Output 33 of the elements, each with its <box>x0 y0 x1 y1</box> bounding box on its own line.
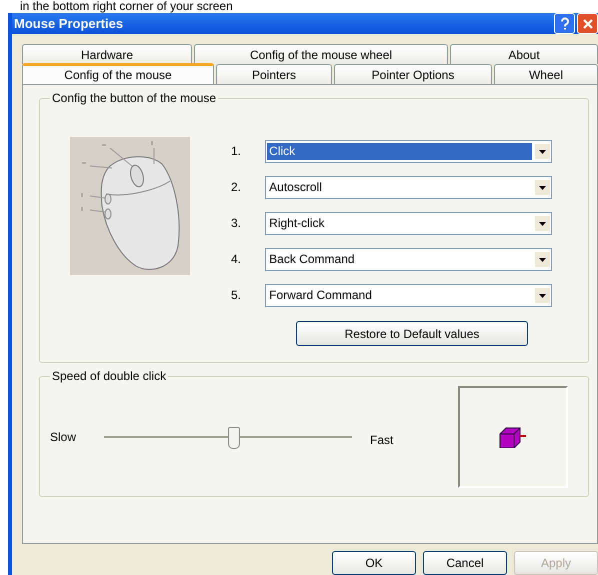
group-title: Config the button of the mouse <box>51 91 218 105</box>
window-title: Mouse Properties <box>13 16 124 31</box>
tab[interactable]: Config of the mouse wheel <box>194 44 448 64</box>
dialog-button[interactable]: Cancel <box>423 551 507 575</box>
box-icon <box>498 426 528 448</box>
button-number: 4. <box>230 252 242 266</box>
slider-thumb[interactable] <box>228 427 240 449</box>
action-dropdown[interactable]: Right-click <box>265 212 552 234</box>
button-number: 5. <box>230 288 242 302</box>
button-number: 3. <box>230 216 242 230</box>
tab[interactable]: Hardware <box>22 44 192 64</box>
group-title: Speed of double click <box>51 369 168 383</box>
button-number: 1. <box>230 144 242 158</box>
restore-defaults-button[interactable]: Restore to Default values <box>296 321 528 346</box>
tab[interactable]: Wheel <box>494 64 598 84</box>
action-dropdown[interactable]: Click <box>265 140 552 162</box>
help-button[interactable] <box>554 13 575 34</box>
caption-text: in the bottom right corner of your screen <box>19 0 234 13</box>
slow-label: Slow <box>50 430 78 444</box>
dialog-button[interactable]: OK <box>332 551 416 575</box>
tab[interactable]: Config of the mouse <box>22 63 214 84</box>
close-button[interactable] <box>577 13 598 34</box>
button-number: 2. <box>230 180 242 194</box>
tab[interactable]: Pointer Options <box>334 64 492 84</box>
tab[interactable]: Pointers <box>216 64 332 84</box>
close-icon <box>582 18 594 30</box>
action-dropdown[interactable]: Back Command <box>265 248 552 270</box>
speed-slider[interactable] <box>104 425 352 449</box>
action-dropdown[interactable]: Autoscroll <box>265 176 552 198</box>
tab[interactable]: About <box>450 44 598 64</box>
fast-label: Fast <box>369 433 394 447</box>
test-area[interactable] <box>458 386 568 488</box>
action-dropdown[interactable]: Forward Command <box>265 284 552 306</box>
